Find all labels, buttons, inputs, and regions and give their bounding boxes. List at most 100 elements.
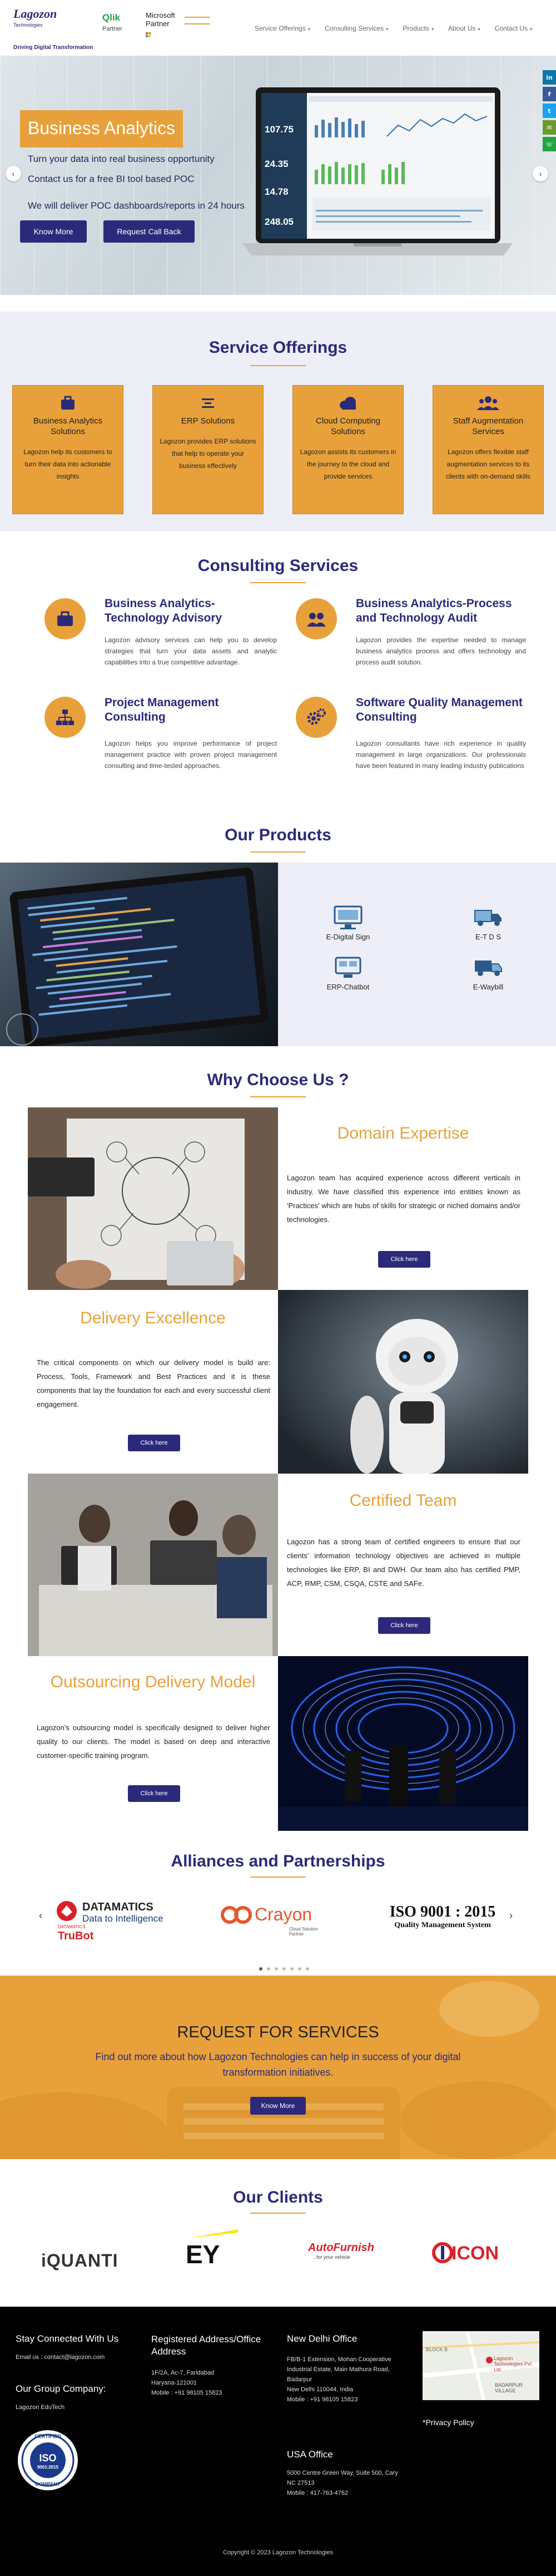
users-icon bbox=[440, 393, 537, 412]
twitter-icon[interactable]: t bbox=[543, 104, 556, 118]
product-label: ERP-Chatbot bbox=[326, 983, 370, 991]
why-heading: Certified Team bbox=[349, 1491, 457, 1510]
microsoft-partner-logo: Microsoft Partner bbox=[146, 11, 175, 38]
why-text: Lagozon's outsourcing model is specifica… bbox=[37, 1723, 270, 1760]
ms-partner-text: Partner bbox=[146, 19, 170, 28]
usa-address-line: Mobile : 417-763-4762 bbox=[287, 2490, 349, 2496]
product-item[interactable]: E-T D S bbox=[455, 902, 522, 941]
map-area-label: BADARPUR VILLAGE bbox=[495, 2382, 523, 2393]
logo-main-text: Lagozon bbox=[13, 7, 57, 21]
service-card[interactable]: Staff Augmentation Services Lagozon offe… bbox=[433, 385, 544, 514]
service-card-title: ERP Solutions bbox=[181, 416, 235, 426]
carousel-next-icon[interactable]: › bbox=[509, 1910, 513, 1922]
chatbot-icon bbox=[315, 952, 381, 983]
why-click-button[interactable]: Click here bbox=[128, 1785, 180, 1802]
title-underline bbox=[250, 851, 306, 853]
hero-know-more-button[interactable]: Know More bbox=[20, 220, 87, 243]
linkedin-icon[interactable]: in bbox=[543, 70, 556, 85]
chevron-down-icon: ▾ bbox=[385, 27, 389, 32]
main-nav: Service Offerings ▾ Consulting Services … bbox=[255, 24, 547, 32]
reg-address-line: Mobile : +91 98105 15823 bbox=[151, 2390, 222, 2396]
title-underline bbox=[250, 1096, 306, 1097]
carousel-prev-icon[interactable]: ‹ bbox=[39, 1910, 42, 1922]
delhi-address-line: Mobile : +91 98105 15823 bbox=[287, 2396, 358, 2403]
icon-name: ICON bbox=[451, 2243, 499, 2264]
title-underline bbox=[250, 1876, 306, 1878]
crayon-logo: Crayon Cloud Solution Partner bbox=[220, 1902, 331, 1937]
office-map[interactable]: BLOCK B Lagozon Technologies Pvt. Ltd. B… bbox=[422, 2331, 540, 2401]
consulting-item-title[interactable]: Business Analytics-Process and Technolog… bbox=[356, 597, 528, 625]
why-click-button[interactable]: Click here bbox=[128, 1435, 180, 1451]
iso-9001-logo: ISO 9001 : 2015 Quality Management Syste… bbox=[381, 1903, 504, 1930]
gears-icon bbox=[296, 697, 337, 738]
nav-about-us[interactable]: About Us ▾ bbox=[448, 24, 480, 32]
nav-products[interactable]: Products ▾ bbox=[403, 24, 434, 32]
service-card[interactable]: Business Analytics Solutions Lagozon hel… bbox=[12, 385, 123, 514]
mail-icon[interactable]: ✉ bbox=[543, 120, 556, 135]
map-pin-label: Lagozon Technologies Pvt. Ltd. bbox=[494, 2356, 533, 2372]
monitor-icon bbox=[315, 902, 381, 933]
hero-callback-button[interactable]: Request Call Back bbox=[103, 220, 195, 243]
consulting-item-text: Lagozon helps you improve performance of… bbox=[105, 740, 277, 770]
footer-heading: New Delhi Office bbox=[287, 2333, 358, 2344]
consulting-item-title[interactable]: Project Management Consulting bbox=[105, 696, 249, 725]
why-text: Lagozon team has acquired experience acr… bbox=[287, 1174, 520, 1224]
delhi-address-line: Badarpur bbox=[287, 2376, 312, 2383]
icon-logo: ICON bbox=[431, 2242, 520, 2264]
dash-value: 14.78 bbox=[265, 186, 289, 197]
carousel-dots[interactable] bbox=[257, 1963, 311, 1973]
service-card-title: Staff Augmentation Services bbox=[453, 416, 524, 436]
privacy-policy-link[interactable]: *Privacy Policy bbox=[423, 2418, 474, 2427]
why-text: Lagozon has a strong team of certified e… bbox=[287, 1538, 520, 1588]
chevron-down-icon: ▾ bbox=[430, 27, 434, 32]
team-meeting-image bbox=[28, 1474, 278, 1656]
footer-heading: Stay Connected With Us bbox=[16, 2333, 119, 2344]
hero-next-arrow-icon[interactable]: › bbox=[533, 166, 548, 181]
iso-badge-sub: 9001:2015 bbox=[37, 2465, 59, 2470]
lagozon-logo[interactable]: Lagozon Technologies bbox=[13, 7, 58, 41]
service-card[interactable]: ERP Solutions Lagozon provides ERP solut… bbox=[152, 385, 264, 514]
consulting-item-title[interactable]: Software Quality Management Consulting bbox=[356, 696, 528, 725]
product-item[interactable]: E-Waybill bbox=[455, 952, 522, 991]
crayon-name: Crayon bbox=[255, 1904, 312, 1924]
facebook-icon[interactable]: f bbox=[543, 87, 556, 101]
partner-divider bbox=[185, 17, 210, 18]
service-card-text: Lagozon help its customers to turn their… bbox=[23, 448, 112, 480]
title-underline bbox=[250, 2213, 306, 2214]
why-text: The critical components on which our del… bbox=[37, 1358, 270, 1408]
autofurnish-tag: ..for your vehicle bbox=[314, 2254, 351, 2260]
title-underline bbox=[250, 582, 306, 583]
reg-address-line: Haryana-121001 bbox=[151, 2380, 197, 2386]
nav-consulting-services[interactable]: Consulting Services ▾ bbox=[325, 24, 388, 32]
hero-prev-arrow-icon[interactable]: ‹ bbox=[6, 166, 21, 181]
why-click-button[interactable]: Click here bbox=[378, 1251, 430, 1268]
datamatics-sub: Data to Intelligence bbox=[82, 1913, 163, 1924]
hero-title: Business Analytics bbox=[20, 110, 183, 147]
list-icon bbox=[160, 393, 256, 412]
datamatics-name: DATAMATICS bbox=[82, 1901, 153, 1913]
consulting-item-text: Lagozon consultants have rich experience… bbox=[356, 740, 526, 770]
service-offerings-section: Service Offerings Business Analytics Sol… bbox=[0, 312, 556, 531]
footer-email-link[interactable]: Email us : contact@lagozon.com bbox=[16, 2352, 105, 2363]
laptop-dashboard-image: 107.75 24.35 14.78 248.05 bbox=[242, 86, 513, 259]
product-item[interactable]: ERP-Chatbot bbox=[315, 952, 381, 991]
nav-contact-us[interactable]: Contact Us ▾ bbox=[495, 24, 533, 32]
crayon-sub: Cloud Solution Partner bbox=[289, 1927, 319, 1937]
request-know-more-button[interactable]: Know More bbox=[250, 2097, 306, 2115]
whatsapp-icon[interactable]: ☏ bbox=[543, 137, 556, 151]
service-card[interactable]: Cloud Computing Solutions Lagozon assist… bbox=[292, 385, 404, 514]
request-title: REQUEST FOR SERVICES bbox=[177, 2023, 379, 2041]
chevron-down-icon: ▾ bbox=[476, 27, 480, 32]
nav-service-offerings[interactable]: Service Offerings ▾ bbox=[255, 24, 310, 32]
partner-divider bbox=[185, 23, 210, 24]
footer-heading: Registered Address/Office Address bbox=[151, 2334, 261, 2357]
why-click-button[interactable]: Click here bbox=[378, 1617, 430, 1634]
section-title: Consulting Services bbox=[197, 556, 359, 575]
service-card-title: Cloud Computing Solutions bbox=[316, 416, 380, 436]
hero-line: We will deliver POC dashboards/reports i… bbox=[28, 200, 245, 211]
footer-heading: USA Office bbox=[287, 2449, 333, 2460]
group-company-link[interactable]: Lagozon EduTech bbox=[16, 2402, 64, 2413]
consulting-item-title[interactable]: Business Analytics-Technology Advisory bbox=[105, 597, 249, 625]
iso-badge-text: ISO bbox=[39, 2452, 57, 2464]
product-item[interactable]: E-Digital Sign bbox=[315, 902, 381, 941]
